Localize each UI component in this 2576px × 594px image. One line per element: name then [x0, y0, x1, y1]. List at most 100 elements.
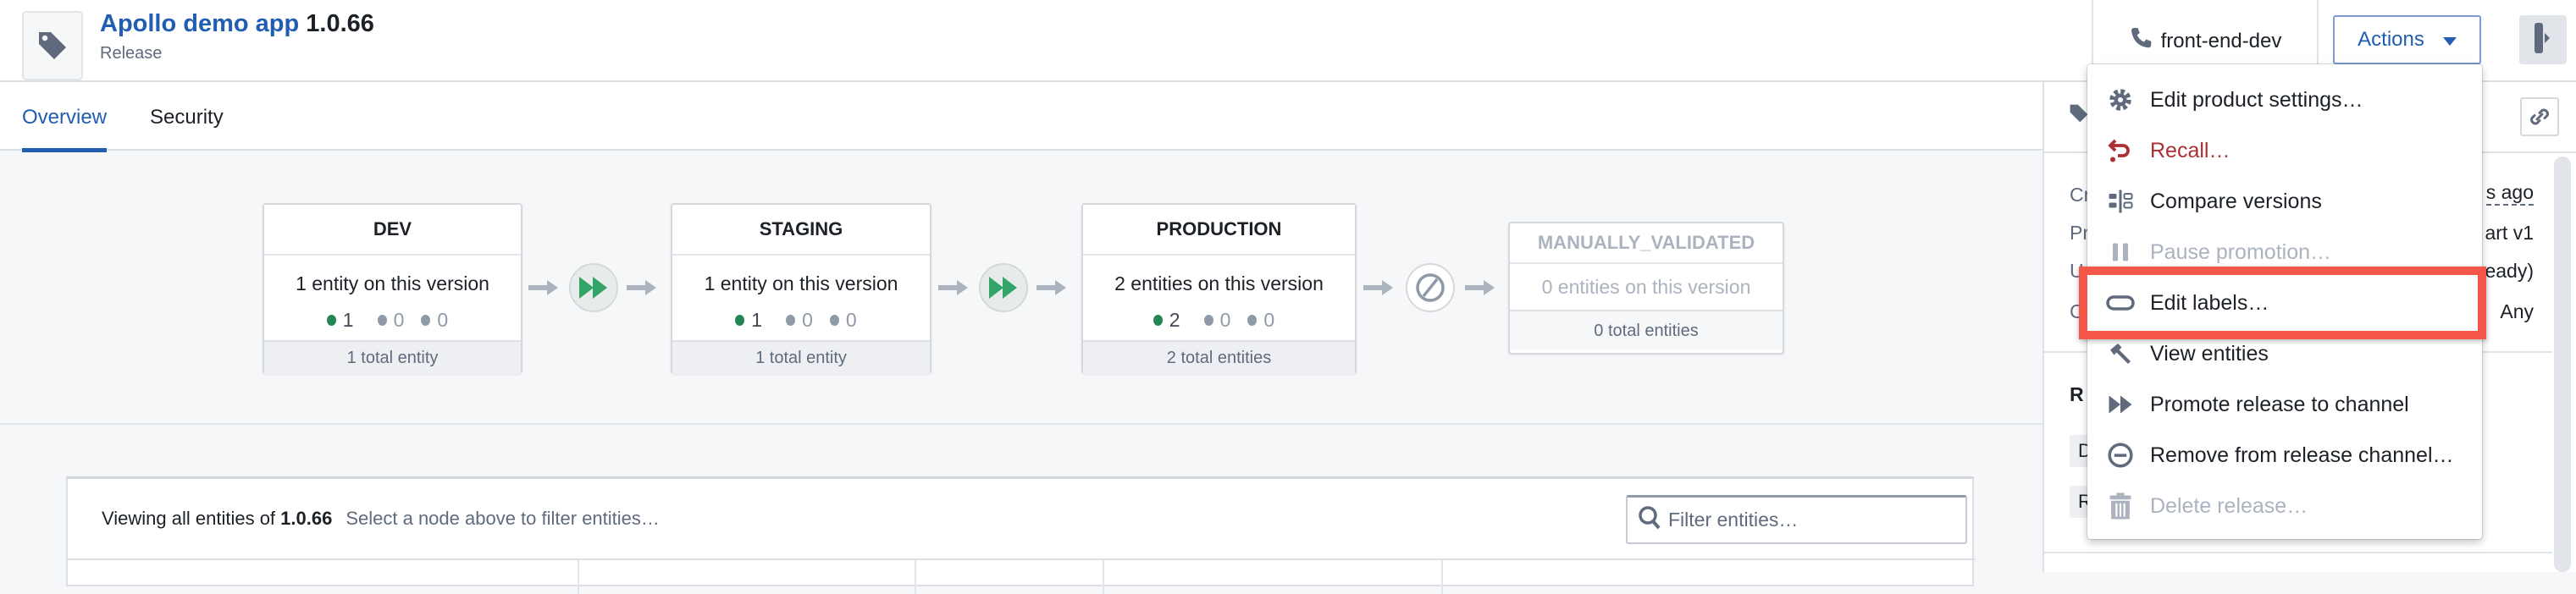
status-dot [786, 315, 796, 326]
compare-icon [2106, 189, 2135, 214]
node-title: DEV [264, 205, 521, 256]
menu-item-label: View entities [2150, 341, 2269, 366]
status-dot-success [1153, 315, 1163, 326]
sidebar-toggle-icon [2533, 21, 2553, 59]
count-pending: 0 [393, 309, 405, 331]
page-title: Apollo demo app 1.0.66 [100, 10, 374, 38]
fast-forward-icon [989, 277, 1017, 299]
entities-card: Viewing all entities of 1.0.66 Select a n… [66, 476, 1976, 594]
promote-button[interactable] [979, 263, 1028, 312]
remove-circle-icon [2106, 442, 2135, 469]
promote-button[interactable] [569, 263, 618, 312]
menu-item-label: Compare versions [2150, 189, 2322, 213]
menu-item-label: Promote release to channel [2150, 392, 2409, 416]
entities-caption: Viewing all entities of 1.0.66 Select a n… [102, 508, 660, 530]
tab-bar: Overview Security [0, 82, 2043, 152]
arrow-right-icon [1363, 280, 1393, 295]
tab-security[interactable]: Security [150, 106, 224, 129]
status-dot-success [735, 315, 745, 326]
fast-forward-icon [2106, 394, 2135, 415]
page-subtitle: Release [100, 44, 163, 63]
arrow-right-icon [1465, 280, 1495, 295]
node-total: 1 total entity [672, 340, 930, 374]
node-total: 0 total entities [1510, 311, 1783, 350]
menu-item-delete-release[interactable]: Delete release… [2087, 481, 2482, 531]
menu-item-label: Remove from release channel… [2150, 443, 2454, 467]
version: 1.0.66 [306, 10, 374, 37]
count-failed: 0 [845, 309, 857, 331]
blocked-promotion-button[interactable] [1406, 263, 1455, 312]
caret-down-icon [2442, 28, 2457, 52]
menu-item-recall[interactable]: Recall… [2087, 125, 2482, 176]
count-failed: 0 [1263, 309, 1275, 331]
count-success: 1 [751, 309, 763, 331]
filter-entities-input[interactable]: Filter entities… [1626, 495, 1967, 544]
node-title: STAGING [672, 205, 930, 256]
undo-icon [2106, 138, 2135, 163]
count-pending: 0 [802, 309, 813, 331]
menu-item-label: Recall… [2150, 138, 2231, 162]
fast-forward-icon [579, 277, 607, 299]
node-summary: 0 entities on this version [1510, 264, 1783, 311]
pipeline-node-dev[interactable]: DEV 1 entity on this version 1 0 0 1 total… [263, 203, 522, 374]
actions-label: Actions [2358, 28, 2424, 51]
node-title: MANUALLY_VALIDATED [1510, 223, 1783, 264]
status-dot-success [326, 315, 336, 326]
tab-overview[interactable]: Overview [22, 106, 108, 152]
status-dot [829, 315, 839, 326]
detail-value: eady) [2485, 260, 2534, 282]
arrow-right-icon [627, 280, 656, 295]
table-header [68, 558, 1976, 594]
highlight-box [2079, 267, 2486, 339]
menu-item-edit-product-settings[interactable]: Edit product settings… [2087, 74, 2482, 125]
status-dot [1203, 315, 1213, 326]
menu-item-remove-from-channel[interactable]: Remove from release channel… [2087, 430, 2482, 481]
hammer-icon [2106, 341, 2135, 366]
gear-icon [2106, 87, 2135, 113]
column-divider [915, 560, 916, 594]
search-icon [1638, 505, 1661, 536]
app-name-link[interactable]: Apollo demo app [100, 10, 299, 37]
pipeline-node-production[interactable]: PRODUCTION 2 entities on this version 2 0… [1081, 203, 1357, 374]
status-dot [1247, 315, 1258, 326]
column-divider [578, 560, 579, 594]
arrow-right-icon [528, 280, 558, 295]
node-title: PRODUCTION [1083, 205, 1355, 256]
count-pending: 0 [1219, 309, 1231, 331]
copy-link-button[interactable] [2520, 97, 2559, 136]
menu-item-compare-versions[interactable]: Compare versions [2087, 176, 2482, 227]
detail-value: art v1 [2485, 222, 2534, 244]
detail-value: Any [2500, 300, 2534, 322]
blocked-icon [1416, 273, 1445, 302]
status-dot [377, 315, 387, 326]
scrollbar[interactable] [2554, 157, 2571, 572]
count-success: 1 [342, 309, 354, 331]
trash-icon [2106, 492, 2135, 520]
node-summary: 2 entities on this version [1114, 272, 1324, 294]
actions-button[interactable]: Actions [2333, 15, 2481, 64]
status-dot [421, 315, 431, 326]
link-icon [2530, 108, 2549, 125]
caption-prefix: Viewing all entities of [102, 508, 276, 529]
menu-item-promote-release[interactable]: Promote release to channel [2087, 379, 2482, 430]
detail-value: s ago [2485, 181, 2534, 206]
phone-icon [2129, 25, 2154, 57]
arrow-right-icon [938, 280, 968, 295]
pipeline-node-staging[interactable]: STAGING 1 entity on this version 1 0 0 1 t… [671, 203, 931, 374]
node-summary: 1 entity on this version [296, 272, 489, 294]
pipeline-node-manually-validated[interactable]: MANUALLY_VALIDATED 0 entities on this ve… [1508, 222, 1784, 355]
node-total: 1 total entity [264, 340, 521, 374]
node-total: 2 total entities [1083, 340, 1355, 374]
release-tag-icon [22, 11, 83, 80]
owner-label: front-end-dev [2160, 29, 2282, 52]
count-success: 2 [1169, 309, 1180, 331]
caption-version: 1.0.66 [280, 508, 333, 529]
divider [0, 423, 2043, 425]
detail-label: Pr [2070, 222, 2089, 244]
toggle-sidebar-button[interactable] [2519, 15, 2567, 64]
section-title: R [2070, 383, 2084, 405]
caption-hint: Select a node above to filter entities… [345, 508, 660, 529]
menu-item-label: Delete release… [2150, 493, 2308, 518]
arrow-right-icon [1036, 280, 1066, 295]
column-divider [1441, 560, 1443, 594]
